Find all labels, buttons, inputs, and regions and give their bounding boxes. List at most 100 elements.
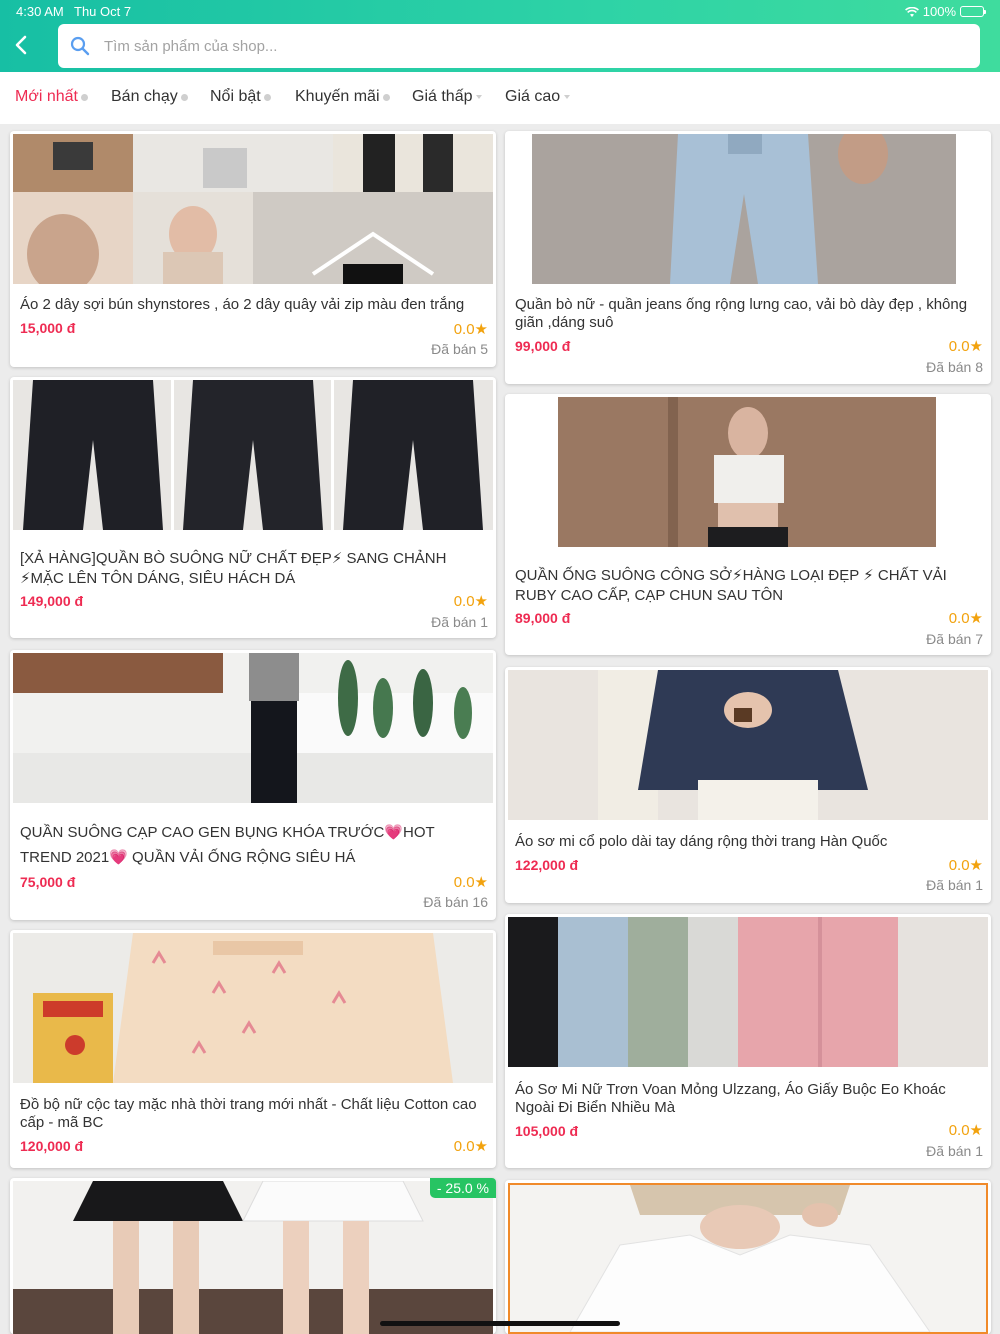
- app-header: 4:30 AM Thu Oct 7 100%: [0, 0, 1000, 72]
- product-rating: 0.0★: [454, 592, 488, 610]
- rating-value: 0.0: [453, 321, 475, 338]
- dot-icon: [263, 93, 271, 101]
- status-time: 4:30 AM: [16, 4, 64, 19]
- star-icon: ★: [474, 593, 488, 610]
- product-title: Áo 2 dây sợi bún shynstores , áo 2 dây q…: [20, 296, 465, 313]
- product-rating: 0.0★: [949, 609, 983, 627]
- tab-label: Giá cao: [505, 88, 561, 105]
- tab-featured[interactable]: Nổi bật: [210, 88, 271, 106]
- dot-icon: [80, 93, 88, 101]
- product-photo-skirts: [13, 1181, 493, 1334]
- rating-value: 0.0: [948, 857, 970, 874]
- search-input[interactable]: [104, 37, 980, 55]
- back-button[interactable]: [8, 30, 34, 60]
- product-price: 75,000 đ: [20, 874, 76, 890]
- battery-icon: [960, 6, 986, 17]
- product-card[interactable]: Áo 2 dây sợi bún shynstores , áo 2 dây q…: [10, 131, 496, 367]
- product-card[interactable]: [505, 1180, 991, 1334]
- product-title: [XẢ HÀNG]QUẦN BÒ SUÔNG NỮ CHẤT ĐẸP⚡ SANG…: [20, 550, 447, 587]
- tab-promotion[interactable]: Khuyến mãi: [295, 88, 390, 106]
- product-card[interactable]: Áo sơ mi cổ polo dài tay dáng rộng thời …: [505, 667, 991, 903]
- star-icon: ★: [474, 321, 488, 338]
- product-sold: Đã bán 1: [926, 1143, 983, 1159]
- star-icon: ★: [969, 857, 983, 874]
- rating-value: 0.0: [453, 874, 475, 891]
- product-card[interactable]: Quần bò nữ - quần jeans ống rộng lưng ca…: [505, 131, 991, 384]
- product-price: 89,000 đ: [515, 610, 571, 626]
- star-icon: ★: [969, 1122, 983, 1139]
- star-icon: ★: [969, 338, 983, 355]
- rating-value: 0.0: [453, 593, 475, 610]
- product-photo-black-jeans: [13, 380, 493, 530]
- product-rating: 0.0★: [949, 1121, 983, 1139]
- product-rating: 0.0★: [454, 320, 488, 338]
- tab-price-low[interactable]: Giá thấp: [412, 88, 483, 106]
- battery-percent: 100%: [922, 4, 956, 19]
- product-photo-flamingo-pajama: [13, 933, 493, 1083]
- rating-value: 0.0: [948, 338, 970, 355]
- product-card[interactable]: - 25.0 %: [10, 1178, 496, 1334]
- star-icon: ★: [474, 874, 488, 891]
- product-title: Áo sơ mi cổ polo dài tay dáng rộng thời …: [515, 833, 888, 850]
- product-price: 120,000 đ: [20, 1138, 84, 1154]
- wifi-icon: [904, 6, 919, 17]
- rating-value: 0.0: [453, 1138, 475, 1155]
- tab-label: Nổi bật: [210, 88, 261, 105]
- product-card[interactable]: [XẢ HÀNG]QUẦN BÒ SUÔNG NỮ CHẤT ĐẸP⚡ SANG…: [10, 377, 496, 638]
- tab-label: Giá thấp: [412, 88, 473, 105]
- tab-best-selling[interactable]: Bán chạy: [111, 88, 188, 106]
- product-sold: Đã bán 1: [431, 614, 488, 630]
- product-sold: Đã bán 7: [926, 631, 983, 647]
- product-photo-chiffon-shirts: [508, 917, 988, 1067]
- star-icon: ★: [969, 610, 983, 627]
- star-icon: ★: [474, 1138, 488, 1155]
- product-photo-white-tshirt: [508, 1183, 988, 1334]
- product-price: 99,000 đ: [515, 338, 571, 354]
- product-rating: 0.0★: [949, 856, 983, 874]
- tab-price-high[interactable]: Giá cao: [505, 88, 571, 106]
- product-sold: Đã bán 1: [926, 877, 983, 893]
- rating-value: 0.0: [948, 610, 970, 627]
- product-photo-jeans: [508, 134, 988, 284]
- discount-badge: - 25.0 %: [429, 1178, 496, 1198]
- product-card[interactable]: QUẦN ỐNG SUÔNG CÔNG SỞ⚡HÀNG LOẠI ĐẸP ⚡ C…: [505, 394, 991, 655]
- product-title: Quần bò nữ - quần jeans ống rộng lưng ca…: [515, 296, 968, 331]
- caret-down-icon: [476, 95, 483, 99]
- product-card[interactable]: Đồ bộ nữ cộc tay mặc nhà thời trang mới …: [10, 930, 496, 1168]
- dot-icon: [382, 93, 390, 101]
- product-photo-tops-collage: [13, 134, 493, 284]
- dot-icon: [180, 93, 188, 101]
- caret-down-icon: [564, 95, 571, 99]
- product-sold: Đã bán 8: [926, 359, 983, 375]
- tab-label: Khuyến mãi: [295, 88, 380, 105]
- product-sold: Đã bán 16: [423, 894, 488, 910]
- status-date: Thu Oct 7: [74, 4, 132, 19]
- product-rating: 0.0★: [949, 337, 983, 355]
- search-icon: [70, 36, 90, 56]
- home-indicator[interactable]: [380, 1321, 620, 1326]
- product-price: 105,000 đ: [515, 1123, 579, 1139]
- product-rating: 0.0★: [454, 1137, 488, 1155]
- chevron-left-icon: [15, 35, 27, 55]
- sort-tabs: Mới nhất Bán chạy Nổi bật Khuyến mãi Giá…: [0, 72, 1000, 124]
- status-right: 100%: [904, 4, 986, 19]
- product-price: 149,000 đ: [20, 593, 84, 609]
- product-title: Đồ bộ nữ cộc tay mặc nhà thời trang mới …: [20, 1096, 477, 1131]
- tab-label: Mới nhất: [15, 88, 78, 105]
- product-title: QUẦN ỐNG SUÔNG CÔNG SỞ⚡HÀNG LOẠI ĐẸP ⚡ C…: [515, 567, 947, 604]
- product-sold: Đã bán 5: [431, 341, 488, 357]
- product-title: Áo Sơ Mi Nữ Trơn Voan Mỏng Ulzzang, Áo G…: [515, 1081, 946, 1116]
- product-photo-white-crop-top: [508, 397, 988, 547]
- product-price: 122,000 đ: [515, 857, 579, 873]
- rating-value: 0.0: [948, 1122, 970, 1139]
- product-price: 15,000 đ: [20, 320, 76, 336]
- product-card[interactable]: QUẦN SUÔNG CẠP CAO GEN BỤNG KHÓA TRƯỚC💗H…: [10, 650, 496, 920]
- tab-newest[interactable]: Mới nhất: [15, 88, 88, 106]
- product-rating: 0.0★: [454, 873, 488, 891]
- product-photo-black-wide-pants: [13, 653, 493, 803]
- product-card[interactable]: Áo Sơ Mi Nữ Trơn Voan Mỏng Ulzzang, Áo G…: [505, 914, 991, 1168]
- status-bar: 4:30 AM Thu Oct 7 100%: [16, 4, 986, 20]
- tab-label: Bán chạy: [111, 88, 178, 105]
- search-bar[interactable]: [58, 24, 980, 68]
- product-photo-navy-shirt: [508, 670, 988, 820]
